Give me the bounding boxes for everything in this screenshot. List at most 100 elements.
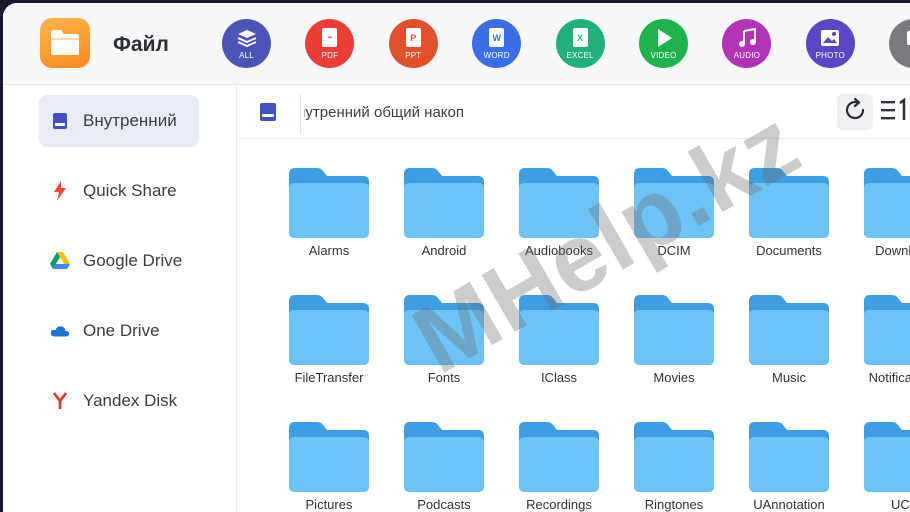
ppt-icon: P (405, 28, 421, 48)
folder-item[interactable]: IClass (504, 267, 614, 385)
refresh-icon (842, 97, 868, 128)
app-logo-folder-icon (40, 18, 90, 68)
category-word-button[interactable]: W WORD (472, 19, 522, 68)
refresh-button[interactable] (837, 94, 873, 130)
folder-icon (519, 168, 599, 238)
folder-name: Ringtones (644, 497, 704, 512)
pdf-icon: ⌁ (322, 28, 338, 48)
folder-item[interactable]: FileTransfer (274, 267, 384, 385)
category-label: ALL (239, 50, 254, 60)
folder-name: Podcasts (417, 497, 471, 512)
category-label: VIDEO (650, 50, 677, 60)
folder-item[interactable]: Android (389, 140, 499, 258)
folder-icon (519, 295, 599, 365)
folder-grid: Alarms Android Audiobooks DCIM Documents Down… (238, 140, 910, 512)
folder-name: Android (421, 243, 467, 258)
category-ppt-button[interactable]: P PPT (388, 19, 438, 68)
folder-name: Notifications (868, 370, 910, 385)
excel-icon: X (572, 28, 588, 48)
category-photo-button[interactable]: PHOTO (805, 19, 855, 68)
folder-item[interactable]: Ringtones (619, 394, 729, 512)
sort-button[interactable] (876, 94, 910, 130)
folder-item[interactable]: Download (849, 140, 910, 258)
folder-icon (289, 168, 369, 238)
folder-item[interactable]: Music (734, 267, 844, 385)
folder-name: Recordings (526, 497, 592, 512)
folder-item[interactable]: DCIM (619, 140, 729, 258)
folder-name: Audiobooks (525, 243, 593, 258)
sidebar-item-label: One Drive (83, 321, 160, 340)
folder-item[interactable]: Audiobooks (504, 140, 614, 258)
folder-name: UCu (890, 497, 910, 512)
category-label: WORD (483, 50, 510, 60)
folder-name: Alarms (308, 243, 350, 258)
folder-name: FileTransfer (294, 370, 364, 385)
folder-name: UAnnotation (753, 497, 825, 512)
category-pdf-button[interactable]: ⌁ PDF (305, 19, 355, 68)
folder-icon (634, 295, 714, 365)
folder-icon (634, 168, 714, 238)
category-all-button[interactable]: ALL (222, 19, 271, 68)
category-label: PDF (321, 50, 339, 60)
category-video-button[interactable]: VIDEO (639, 19, 688, 68)
category-a-button[interactable]: A (889, 19, 910, 68)
photo-icon (820, 28, 840, 48)
google-drive-icon (50, 251, 70, 271)
folder-icon (404, 168, 484, 238)
folder-icon (404, 295, 484, 365)
category-excel-button[interactable]: X EXCEL (555, 19, 605, 68)
folder-icon (749, 295, 829, 365)
folder-name: Documents (756, 243, 822, 258)
drive-icon[interactable] (256, 100, 280, 124)
sidebar-item-label: Yandex Disk (83, 391, 178, 410)
folder-name: Music (772, 370, 806, 385)
category-label: AUDIO (733, 50, 761, 60)
path-bar: Внутренний общий накоп (238, 86, 910, 139)
sidebar-item-label: Google Drive (83, 251, 183, 270)
folder-icon (289, 422, 369, 492)
music-icon (738, 27, 756, 48)
archive-icon (905, 28, 910, 48)
category-label: PPT (405, 50, 422, 60)
path-divider (300, 94, 301, 134)
folder-item[interactable]: Recordings (504, 394, 614, 512)
category-audio-button[interactable]: AUDIO (722, 19, 772, 68)
stack-icon (237, 28, 257, 48)
folder-item[interactable]: UCu (849, 394, 910, 512)
sidebar-item-one-drive[interactable]: One Drive (39, 305, 199, 357)
folder-item[interactable]: Podcasts (389, 394, 499, 512)
quick-share-icon (50, 181, 70, 201)
folder-name: DCIM (657, 243, 691, 258)
folder-item[interactable]: UAnnotation (734, 394, 844, 512)
category-label: EXCEL (566, 50, 594, 60)
yandex-disk-icon (50, 391, 70, 411)
folder-name: Download (875, 243, 910, 258)
sidebar-item-internal[interactable]: Внутренний (39, 95, 199, 147)
sidebar-item-label: Quick Share (83, 181, 177, 200)
file-manager-window: Файл ALL ⌁ PDF P PPT W WORD X EXCEL VIDEO AUDIO PHO… (3, 3, 910, 512)
word-icon: W (489, 28, 505, 48)
folder-item[interactable]: Movies (619, 267, 729, 385)
folder-item[interactable]: Alarms (274, 140, 384, 258)
folder-icon (634, 422, 714, 492)
sidebar: Внутренний Quick Share Google Drive One … (3, 86, 237, 512)
folder-name: Movies (653, 370, 695, 385)
sidebar-item-google-drive[interactable]: Google Drive (39, 235, 199, 287)
folder-item[interactable]: Notifications (849, 267, 910, 385)
folder-name: Pictures (305, 497, 353, 512)
folder-icon (749, 422, 829, 492)
folder-name: Fonts (427, 370, 461, 385)
internal-drive-icon (50, 111, 70, 131)
sidebar-item-yandex-disk[interactable]: Yandex Disk (39, 375, 199, 427)
play-icon (655, 28, 673, 48)
folder-icon (864, 295, 910, 365)
folder-icon (404, 422, 484, 492)
sidebar-item-quick-share[interactable]: Quick Share (39, 165, 199, 217)
folder-item[interactable]: Documents (734, 140, 844, 258)
breadcrumb[interactable]: Внутренний общий накоп (304, 104, 464, 121)
sidebar-item-label: Внутренний (83, 111, 177, 130)
folder-item[interactable]: Fonts (389, 267, 499, 385)
folder-icon (519, 422, 599, 492)
folder-item[interactable]: Pictures (274, 394, 384, 512)
folder-icon (864, 422, 910, 492)
